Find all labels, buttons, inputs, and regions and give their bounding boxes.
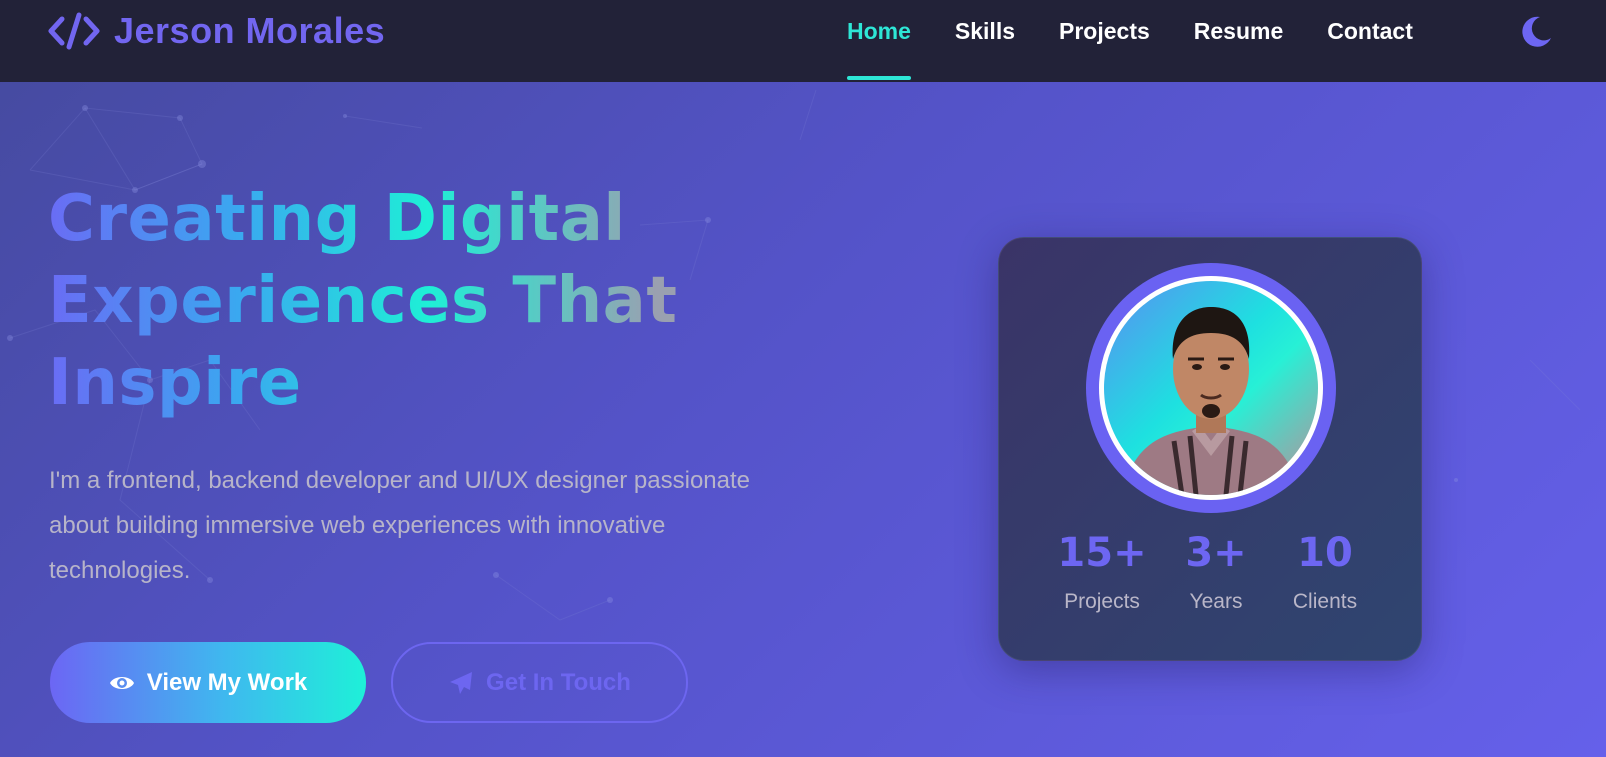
hero-title-line-2: Experiences That [48, 260, 808, 342]
hero-title-line-1: Creating Digital [48, 178, 808, 260]
view-my-work-label: View My Work [146, 668, 308, 696]
get-in-touch-label: Get In Touch [486, 668, 631, 696]
stat-clients: 10 Clients [1270, 528, 1380, 614]
profile-card: 15+ Projects 3+ Years 10 Clients [998, 237, 1422, 661]
stat-projects: 15+ Projects [1042, 528, 1162, 614]
stat-label: Years [1189, 590, 1243, 613]
stats-row: 15+ Projects 3+ Years 10 Clients [999, 528, 1423, 614]
paper-plane-icon [450, 671, 473, 694]
hero-description: I'm a frontend, backend developer and UI… [49, 467, 751, 584]
stat-value: 3+ [1185, 530, 1247, 576]
hero-title: Creating Digital Experiences That Inspir… [48, 178, 808, 424]
stat-years: 3+ Years [1166, 528, 1266, 614]
navbar: Jerson Morales Home Skills Projects Resu… [0, 0, 1606, 82]
stat-value: 10 [1297, 530, 1353, 576]
brand-logo[interactable]: Jerson Morales [48, 10, 385, 52]
stat-label: Projects [1064, 590, 1140, 613]
nav-links: Home Skills Projects Resume Contact [847, 0, 1457, 82]
profile-photo-illustration [1122, 307, 1300, 495]
hero-title-line-3: Inspire [48, 342, 808, 424]
nav-skills[interactable]: Skills [955, 0, 1015, 82]
nav-resume[interactable]: Resume [1194, 0, 1283, 82]
theme-toggle-button[interactable] [1518, 14, 1554, 50]
eye-icon [109, 676, 134, 689]
nav-home[interactable]: Home [847, 0, 911, 82]
nav-contact[interactable]: Contact [1327, 0, 1413, 82]
get-in-touch-button[interactable]: Get In Touch [391, 642, 688, 723]
stat-label: Clients [1292, 590, 1358, 613]
moon-icon [1522, 16, 1551, 47]
avatar-photo [1099, 276, 1323, 500]
brand-name: Jerson Morales [114, 10, 386, 51]
avatar [1086, 263, 1336, 513]
stat-value: 15+ [1057, 530, 1147, 576]
nav-projects[interactable]: Projects [1059, 0, 1150, 82]
code-icon [48, 12, 100, 50]
view-my-work-button[interactable]: View My Work [50, 642, 366, 723]
